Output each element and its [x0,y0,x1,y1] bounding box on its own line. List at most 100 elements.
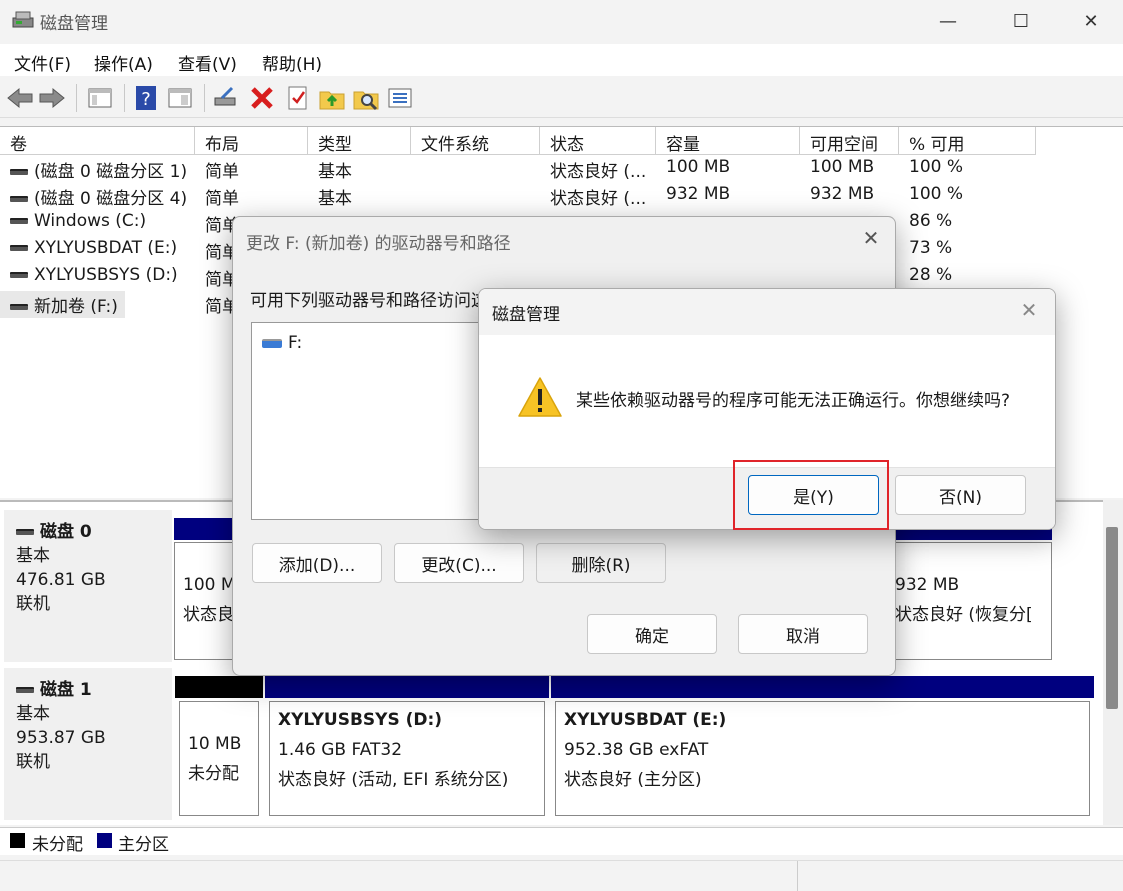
ok-button[interactable]: 确定 [587,614,717,654]
disk-icon [16,687,34,693]
legend-unallocated: 未分配 [32,835,83,855]
volume-layout: 简单 [205,162,239,182]
partition-size: 932 MB [895,575,960,595]
add-button[interactable]: 添加(D)... [252,543,382,583]
disk-size: 476.81 GB [16,570,106,590]
primary-partition-bar [265,676,549,698]
folder-up-icon[interactable] [318,84,346,112]
confirm-message: 某些依赖驱动器号的程序可能无法正确运行。你想继续吗? [576,391,1011,411]
back-arrow-icon[interactable] [6,84,34,112]
disk-0-info[interactable]: 磁盘 0 基本 476.81 GB 联机 [4,510,172,662]
partition-unallocated[interactable]: 10 MB 未分配 [175,676,263,819]
legend-primary: 主分区 [118,835,169,855]
unallocated-bar [175,676,263,698]
volume-percent: 28 % [909,265,953,285]
drive-icon [10,196,28,202]
volume-free: 100 MB [810,157,875,177]
partition-status: 状态良好 (主分区) [564,770,702,790]
forward-arrow-icon[interactable] [38,84,66,112]
disk-state: 联机 [16,752,50,772]
menu-bar [0,44,1123,76]
console-tree-icon[interactable] [86,84,114,112]
volume-type: 基本 [318,162,352,182]
toolbar-separator [124,84,125,112]
folder-search-icon[interactable] [352,84,380,112]
volume-percent: 100 % [909,184,964,204]
column-header-volume[interactable]: 卷 [0,127,195,155]
minimize-button[interactable]: — [923,0,973,42]
column-header-status[interactable]: 状态 [540,127,656,155]
checklist-icon[interactable] [284,84,312,112]
minimize-icon: — [939,10,957,32]
maximize-button[interactable]: ☐ [996,0,1046,42]
column-header-percent-free[interactable]: % 可用 [899,127,1036,155]
change-button[interactable]: 更改(C)... [394,543,524,583]
scrollbar-thumb[interactable] [1106,527,1118,709]
dialog-close-icon[interactable]: ✕ [856,226,886,254]
yes-button[interactable]: 是(Y) [748,475,879,515]
column-header-free-space[interactable]: 可用空间 [800,127,899,155]
volume-percent: 73 % [909,238,953,258]
column-header-filesystem[interactable]: 文件系统 [411,127,540,155]
volume-name: 新加卷 (F:) [34,297,118,317]
disk-management-app-icon [12,11,34,28]
toolbar-separator [204,84,205,112]
confirm-dialog-title: 磁盘管理 [492,305,560,325]
partition-disk0-1[interactable]: 100 M 状态良 [174,518,234,661]
drive-path-list[interactable]: F: [251,322,491,520]
connect-drive-icon[interactable] [212,84,240,112]
volume-percent: 86 % [909,211,953,231]
column-header-layout[interactable]: 布局 [195,127,308,155]
volume-capacity: 932 MB [666,184,731,204]
column-header-capacity[interactable]: 容量 [656,127,800,155]
dialog-prompt: 可用下列驱动器号和路径访问这个卷(A): [250,291,480,311]
primary-partition-bar [551,676,1094,698]
drive-path-entry: F: [288,333,303,353]
no-button[interactable]: 否(N) [895,475,1026,515]
partition-size: 10 MB [188,734,242,754]
disk-size: 953.87 GB [16,728,106,748]
partition-name: XYLYUSBDAT (E:) [564,710,727,730]
menu-action[interactable]: 操作(A) [94,50,153,75]
toolbar-separator [76,84,77,112]
partition-size: 952.38 GB exFAT [564,740,709,760]
disk-name: 磁盘 0 [40,522,92,542]
partition-size: 100 M [183,575,233,595]
list-view-icon[interactable] [386,84,414,112]
delete-icon[interactable] [248,84,276,112]
cancel-button[interactable]: 取消 [738,614,868,654]
close-icon: ✕ [1083,10,1099,32]
partition-disk0-recovery[interactable]: 932 MB 状态良好 (恢复分[ [892,518,1052,661]
volume-name: (磁盘 0 磁盘分区 1) [34,162,188,182]
disk-icon [16,529,34,535]
drive-icon [10,304,28,310]
menu-file[interactable]: 文件(F) [14,50,71,75]
menu-help[interactable]: 帮助(H) [262,50,322,75]
partition-xylyusbsys[interactable]: XYLYUSBSYS (D:) 1.46 GB FAT32 状态良好 (活动, … [265,676,549,819]
list-item[interactable]: F: [262,333,302,353]
volume-name: (磁盘 0 磁盘分区 4) [34,189,188,209]
drive-icon [10,218,28,224]
partition-name: XYLYUSBSYS (D:) [278,710,443,730]
volume-free: 932 MB [810,184,875,204]
help-icon[interactable]: ? [132,84,160,112]
column-header-type[interactable]: 类型 [308,127,411,155]
partition-xylyusbdat[interactable]: XYLYUSBDAT (E:) 952.38 GB exFAT 状态良好 (主分… [551,676,1094,819]
dialog-title: 更改 F: (新加卷) 的驱动器号和路径 [246,234,511,254]
menu-view[interactable]: 查看(V) [178,50,237,75]
partition-status: 未分配 [188,764,239,784]
properties-pane-icon[interactable] [166,84,194,112]
confirm-close-icon[interactable]: ✕ [1014,298,1044,326]
drive-icon [10,272,28,278]
volume-status: 状态良好 (... [550,162,647,182]
svg-text:?: ? [141,89,151,110]
warning-icon [518,377,562,417]
disk-1-info[interactable]: 磁盘 1 基本 953.87 GB 联机 [4,668,172,820]
disk-state: 联机 [16,594,50,614]
partition-size: 1.46 GB FAT32 [278,740,403,760]
close-button[interactable]: ✕ [1066,0,1116,42]
remove-button[interactable]: 删除(R) [536,543,666,583]
status-bar [0,860,1123,891]
drive-icon [10,169,28,175]
partition-status: 状态良好 (活动, EFI 系统分区) [278,770,509,790]
